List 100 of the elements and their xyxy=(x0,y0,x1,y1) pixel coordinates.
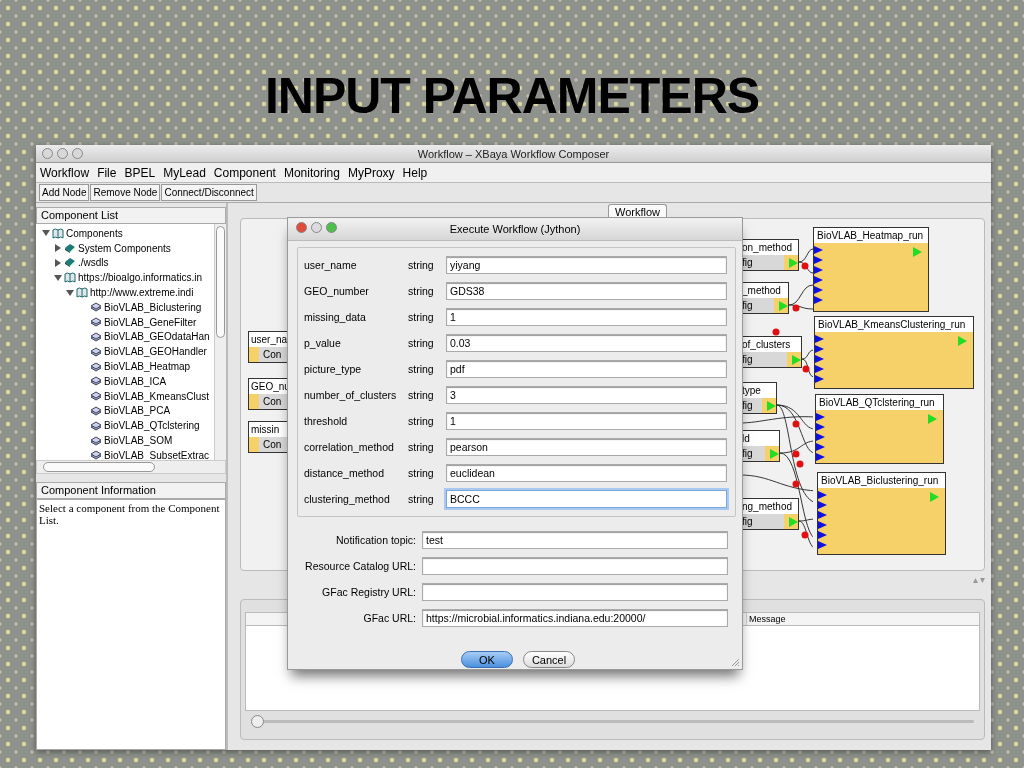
parameter-type: string xyxy=(408,467,435,479)
config-button[interactable]: Con xyxy=(249,394,289,409)
config-button[interactable]: Con xyxy=(249,437,289,452)
tree-item[interactable]: BioVLAB_PCA xyxy=(104,405,171,417)
node-label: on_method xyxy=(741,241,794,255)
input-node[interactable]: missin Con xyxy=(248,421,290,453)
parameter-name: correlation_method xyxy=(304,441,395,453)
component-node[interactable]: BioVLAB_Biclustering_run xyxy=(817,472,946,555)
tree-item[interactable]: BioVLAB_Heatmap xyxy=(104,361,191,373)
field-label: Notification topic: xyxy=(335,534,416,546)
parameter-field[interactable]: BCCC xyxy=(446,490,727,508)
tree-item[interactable]: Components xyxy=(66,227,123,239)
dialog-button[interactable]: OK xyxy=(461,651,513,668)
menu-item[interactable]: MyLead xyxy=(163,165,206,180)
field-label: GFac URL: xyxy=(362,612,416,624)
menu-item[interactable]: MyProxy xyxy=(347,165,395,180)
parameter-field[interactable]: euclidean xyxy=(446,464,727,482)
config-button[interactable]: fig xyxy=(740,352,787,367)
field-label: GFac Registry URL: xyxy=(321,586,416,598)
parameter-field[interactable]: 1 xyxy=(446,412,727,430)
parameter-type: string xyxy=(408,285,435,297)
parameter-type: string xyxy=(408,493,435,505)
column-header: Message xyxy=(748,612,787,625)
parameter-type: string xyxy=(408,441,435,453)
parameter-type: string xyxy=(408,363,435,375)
tree-item[interactable]: https://bioalgo.informatics.in xyxy=(78,272,202,284)
parameter-name: missing_data xyxy=(304,311,367,323)
menu-item[interactable]: BPEL xyxy=(124,165,156,180)
component-node[interactable]: BioVLAB_KmeansClustering_run xyxy=(814,316,974,389)
component-node[interactable]: BioVLAB_Heatmap_run xyxy=(813,227,929,312)
panel-header: Component List xyxy=(36,207,226,224)
parameter-field[interactable]: 3 xyxy=(446,386,727,404)
tree-item[interactable]: BioVLAB_KmeansClust xyxy=(104,390,210,402)
parameter-field[interactable]: GDS38 xyxy=(446,282,727,300)
input-node[interactable]: ng_method fig xyxy=(740,498,799,530)
parameter-type: string xyxy=(408,415,435,427)
node-label: user_na xyxy=(250,333,289,347)
parameter-name: clustering_method xyxy=(304,493,391,505)
parameter-name: threshold xyxy=(304,415,349,427)
node-label: BioVLAB_Heatmap_run xyxy=(814,228,928,243)
menu-item[interactable]: Component xyxy=(213,165,276,180)
input-node[interactable]: ld fig xyxy=(740,430,780,462)
config-button[interactable]: fig xyxy=(740,255,784,270)
input-node[interactable]: of_clusters fig xyxy=(740,336,802,368)
node-label: missin xyxy=(250,423,281,437)
parameter-field[interactable]: yiyang xyxy=(446,256,727,274)
parameter-type: string xyxy=(408,337,435,349)
parameter-name: number_of_clusters xyxy=(304,389,398,401)
node-label: of_clusters xyxy=(741,338,792,352)
input-node[interactable]: on_method fig xyxy=(740,239,799,271)
info-text: Select a component from the Component List. xyxy=(36,499,226,750)
menu-item[interactable]: File xyxy=(97,165,117,180)
dialog-title: Execute Workflow (Jython) xyxy=(448,223,582,235)
tree-item[interactable]: BioVLAB_GeneFilter xyxy=(104,316,197,328)
node-label: BioVLAB_KmeansClustering_run xyxy=(815,317,973,332)
parameter-field[interactable]: pearson xyxy=(446,438,727,456)
config-button[interactable]: Con xyxy=(249,347,289,362)
window-title: Workflow – XBaya Workflow Composer xyxy=(416,147,611,160)
tree-item[interactable]: BioVLAB_GEOHandler xyxy=(104,346,207,358)
tree-item[interactable]: http://www.extreme.indi xyxy=(90,287,194,299)
node-label: BioVLAB_QTclstering_run xyxy=(816,395,943,410)
menu-item[interactable]: Help xyxy=(402,165,428,180)
menu-item[interactable]: Monitoring xyxy=(283,165,340,180)
node-label: _method xyxy=(741,284,782,298)
tree-item[interactable]: System Components xyxy=(78,242,171,254)
parameter-type: string xyxy=(408,389,435,401)
node-label: BioVLAB_Biclustering_run xyxy=(818,473,945,488)
input-node[interactable]: user_na Con xyxy=(248,331,290,363)
tree-item[interactable]: BioVLAB_Biclustering xyxy=(104,301,202,313)
input-field[interactable]: https://microbial.informatics.indiana.edu:20000/ xyxy=(422,609,728,627)
input-node[interactable]: _method fig xyxy=(740,282,789,314)
tab[interactable]: Workflow xyxy=(608,204,667,218)
parameter-field[interactable]: 1 xyxy=(446,308,727,326)
node-label: ld xyxy=(741,432,751,446)
parameter-name: user_name xyxy=(304,259,358,271)
tree-item[interactable]: ./wsdls xyxy=(78,257,109,269)
toolbar-button[interactable]: Remove Node xyxy=(90,184,161,201)
menu-item[interactable]: Workflow xyxy=(40,165,90,180)
toolbar-button[interactable]: Add Node xyxy=(39,184,90,201)
component-node[interactable]: BioVLAB_QTclstering_run xyxy=(815,394,944,464)
parameter-name: p_value xyxy=(304,337,342,349)
parameter-field[interactable]: 0.03 xyxy=(446,334,727,352)
slide-title: INPUT PARAMETERS xyxy=(264,68,760,124)
config-button[interactable]: fig xyxy=(740,514,784,529)
field-label: Resource Catalog URL: xyxy=(304,560,416,572)
tree-item[interactable]: BioVLAB_ICA xyxy=(104,375,167,387)
parameter-name: picture_type xyxy=(304,363,363,375)
tree-item[interactable]: BioVLAB_SubsetExtrac xyxy=(104,449,210,460)
parameter-field[interactable]: pdf xyxy=(446,360,727,378)
input-field[interactable]: test xyxy=(422,531,728,549)
tree-item[interactable]: BioVLAB_QTclstering xyxy=(104,420,200,432)
node-label: ng_method xyxy=(741,500,794,514)
toolbar-button[interactable]: Connect/Disconnect xyxy=(161,184,257,201)
parameter-type: string xyxy=(408,259,435,271)
parameter-type: string xyxy=(408,311,435,323)
dialog-button[interactable]: Cancel xyxy=(523,651,575,668)
tree-item[interactable]: BioVLAB_GEOdataHan xyxy=(104,331,210,343)
node-label: type xyxy=(741,384,762,398)
tree-item[interactable]: BioVLAB_SOM xyxy=(104,435,173,447)
parameter-name: GEO_number xyxy=(304,285,370,297)
